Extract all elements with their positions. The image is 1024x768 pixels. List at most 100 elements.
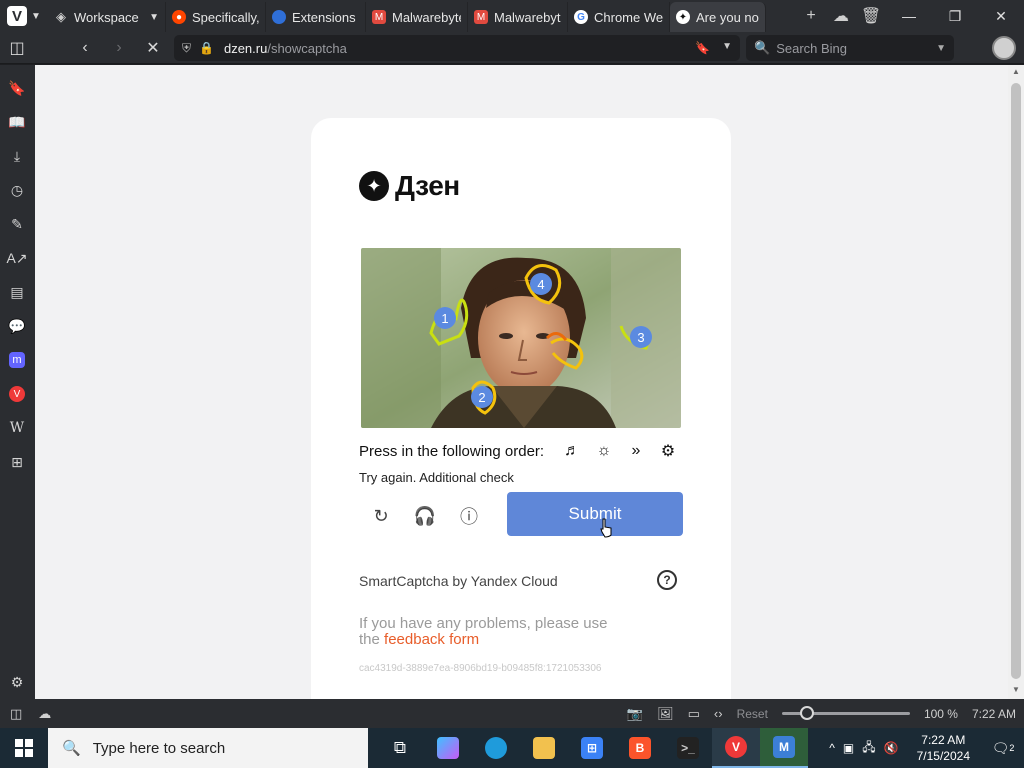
side-panel: 🔖 📖 ⤓ ◷ ✎ A↗ ▤ 💬 m V W ⊞ ⚙ (0, 65, 35, 699)
vivaldi-taskbar-icon[interactable]: V (712, 728, 760, 768)
mastodon-icon[interactable]: m (6, 349, 28, 371)
translate-icon[interactable]: A↗ (6, 247, 28, 269)
zoom-slider-knob[interactable] (799, 706, 814, 720)
microsoft-store-icon[interactable]: ⊞ (568, 728, 616, 768)
trash-icon[interactable]: 🗑 (856, 0, 886, 32)
reading-list-icon[interactable]: 📖 (6, 111, 28, 133)
info-icon[interactable]: ⓘ (455, 502, 483, 530)
network-icon[interactable]: 🖧 (862, 738, 875, 759)
tile-window-icon[interactable]: ▭ (688, 706, 700, 722)
zoom-slider[interactable] (781, 706, 910, 720)
cloud-sync-icon[interactable]: ☁ (38, 706, 51, 722)
start-button[interactable] (0, 728, 48, 768)
panel-toggle-icon[interactable]: ◫ (10, 706, 22, 722)
help-question-icon[interactable]: ? (657, 570, 677, 590)
captcha-status-message: Try again. Additional check (359, 470, 514, 485)
scroll-down-icon[interactable]: ▼ (1012, 685, 1020, 694)
marker-2-label: 2 (478, 390, 485, 405)
vivaldi-menu-button[interactable]: V ▼ (0, 0, 48, 32)
volume-muted-icon[interactable]: 🔇 (884, 741, 899, 755)
chevron-down-icon[interactable]: ▼ (722, 41, 732, 55)
submit-button[interactable]: Submit (507, 492, 683, 536)
tab-active-captcha[interactable]: ✦ Are you not a (670, 2, 766, 32)
dzen-icon: ✦ (676, 10, 690, 24)
vivaldi-social-icon[interactable]: V (6, 383, 28, 405)
window-panel-icon[interactable]: ▤ (6, 281, 28, 303)
arrows-glyph-icon: » (631, 442, 641, 459)
restore-button[interactable]: ❐ (932, 0, 978, 32)
terminal-icon[interactable]: >_ (664, 728, 712, 768)
url-field[interactable]: ⛨ 🔒 dzen.ru /showcaptcha 🔖 ▼ (174, 35, 740, 61)
page-actions-icon[interactable]: ‹› (714, 706, 723, 721)
dzen-logo: ✦ Дзен (359, 170, 460, 202)
tab-label: Specifically, v (192, 9, 259, 25)
chat-icon[interactable]: 💬 (6, 315, 28, 337)
new-tab-icon[interactable]: + (796, 0, 826, 32)
image-toggle-icon[interactable]: 🖼 (657, 706, 674, 722)
zoom-reset-button[interactable]: Reset (737, 707, 768, 721)
page-scrollbar[interactable]: ▲ ▼ (1008, 65, 1024, 699)
chevron-down-icon: ▼ (31, 10, 41, 22)
google-icon: G (574, 10, 588, 24)
vivaldi-logo-icon: V (7, 6, 28, 26)
tab-label: Malwarebyte (392, 9, 461, 25)
copilot-icon[interactable] (424, 728, 472, 768)
brave-icon[interactable]: B (616, 728, 664, 768)
file-explorer-icon[interactable] (520, 728, 568, 768)
taskbar-search-box[interactable]: 🔍 Type here to search (48, 728, 368, 768)
note-glyph-icon: ♬ (564, 442, 580, 459)
task-view-icon[interactable]: ⧉ (376, 728, 424, 768)
dzen-star-icon: ✦ (359, 171, 389, 201)
problem-text-the: the (359, 631, 380, 648)
show-hidden-icons-icon[interactable]: ^ (829, 741, 835, 755)
tab-workspaces[interactable]: ◈ Workspaces ▼ (48, 2, 166, 32)
address-bar: ◫ ‹ › ✕ ⛨ 🔒 dzen.ru /showcaptcha 🔖 ▼ 🔍 S… (0, 32, 1024, 64)
problem-help-text: If you have any problems, please use the… (359, 616, 649, 648)
marker-1-label: 1 (441, 311, 448, 326)
captcha-image[interactable]: 1 2 3 4 (361, 248, 681, 428)
capture-camera-icon[interactable]: 📷 (627, 706, 643, 722)
search-field[interactable]: 🔍 Search Bing ▼ (746, 35, 954, 61)
tab-label: Are you not a (696, 9, 759, 25)
bookmarks-panel-icon[interactable]: 🔖 (6, 77, 28, 99)
settings-gear-icon[interactable]: ⚙ (6, 671, 28, 693)
feedback-form-link[interactable]: feedback form (384, 631, 479, 648)
notification-center-icon[interactable]: 🗨 2 (988, 734, 1018, 762)
tab-extensions[interactable]: Extensions (266, 2, 366, 32)
panel-toggle-icon[interactable]: ◫ (0, 32, 34, 64)
notification-count: 2 (1009, 743, 1015, 753)
meet-now-icon[interactable]: ▣ (843, 741, 854, 755)
stop-loading-button[interactable]: ✕ (136, 32, 170, 64)
tab-chrome-web-store[interactable]: G Chrome Web (568, 2, 670, 32)
forward-button[interactable]: › (102, 32, 136, 64)
profile-avatar[interactable] (992, 36, 1016, 60)
add-panel-icon[interactable]: ⊞ (6, 451, 28, 473)
hand-cursor-icon (600, 518, 612, 538)
minimize-button[interactable]: — (886, 0, 932, 32)
audio-headphones-icon[interactable]: 🎧 (411, 502, 439, 530)
status-clock: 7:22 AM (971, 706, 1016, 721)
windows-logo-icon (15, 739, 33, 757)
site-shield-icon[interactable]: ⛨ (182, 41, 191, 56)
close-window-button[interactable]: ✕ (978, 0, 1024, 32)
scroll-up-icon[interactable]: ▲ (1012, 67, 1020, 76)
downloads-icon[interactable]: ⤓ (6, 145, 28, 167)
tab-malwarebytes-2[interactable]: M Malwarebyte (468, 2, 568, 32)
lock-icon[interactable]: 🔒 (199, 41, 214, 56)
back-button[interactable]: ‹ (68, 32, 102, 64)
scroll-thumb[interactable] (1011, 83, 1021, 679)
tab-malwarebytes-1[interactable]: M Malwarebyte (366, 2, 468, 32)
malwarebytes-taskbar-icon[interactable]: M (760, 728, 808, 768)
bookmark-icon[interactable]: 🔖 (695, 41, 710, 55)
tab-label: Chrome Web (594, 9, 663, 25)
refresh-icon[interactable]: ↻ (367, 502, 395, 530)
wikipedia-icon[interactable]: W (6, 417, 28, 439)
tab-reddit[interactable]: ● Specifically, v (166, 2, 266, 32)
chevron-down-icon[interactable]: ▼ (936, 43, 946, 54)
malwarebytes-icon: M (372, 10, 386, 24)
history-icon[interactable]: ◷ (6, 179, 28, 201)
edge-icon[interactable] (472, 728, 520, 768)
sync-cloud-icon[interactable]: ☁ (826, 0, 856, 32)
notes-icon[interactable]: ✎ (6, 213, 28, 235)
system-clock[interactable]: 7:22 AM 7/15/2024 (917, 732, 970, 764)
